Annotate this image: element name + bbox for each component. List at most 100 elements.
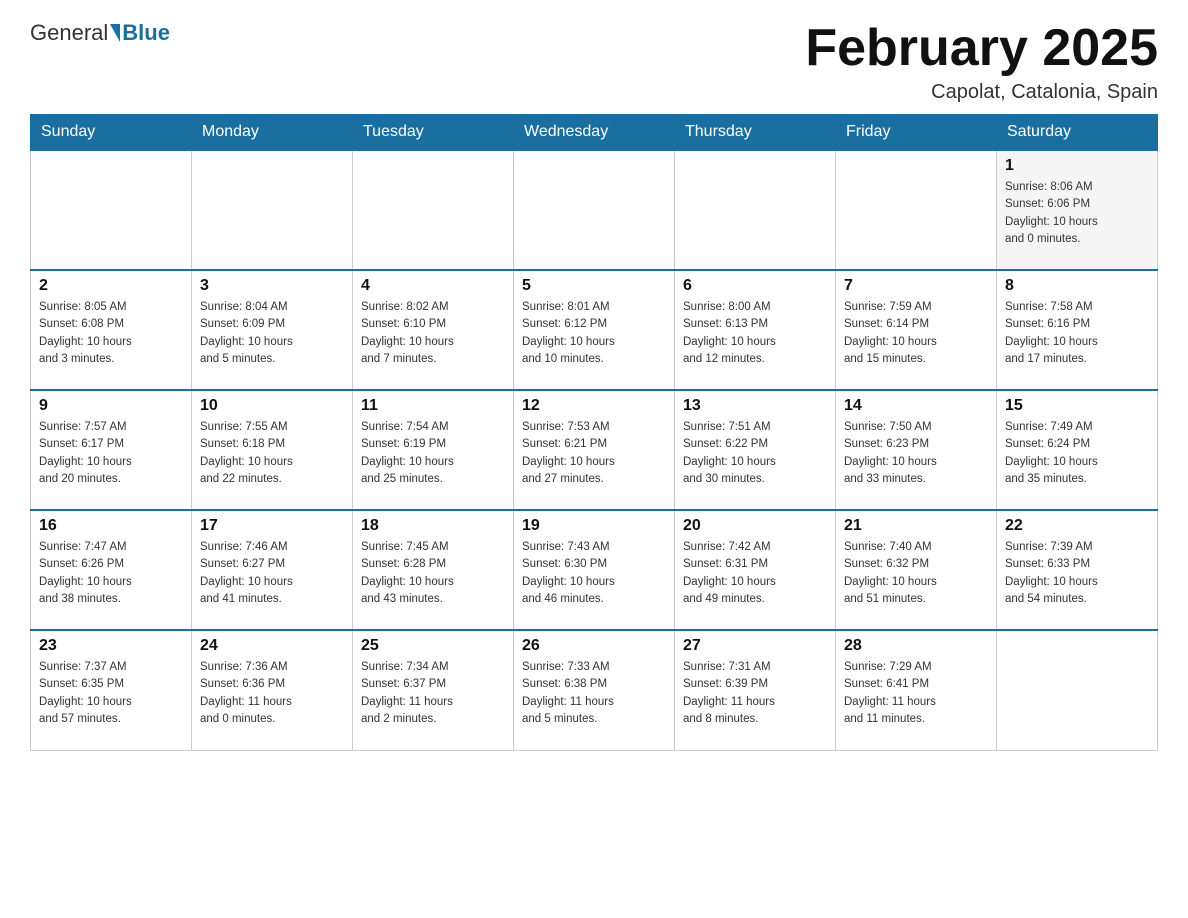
day-info: Sunrise: 7:29 AMSunset: 6:41 PMDaylight:… — [844, 659, 988, 728]
calendar-cell: 23 Sunrise: 7:37 AMSunset: 6:35 PMDayligh… — [31, 630, 192, 750]
day-info: Sunrise: 7:37 AMSunset: 6:35 PMDaylight:… — [39, 659, 183, 728]
day-number: 16 — [39, 517, 183, 535]
calendar-cell: 15 Sunrise: 7:49 AMSunset: 6:24 PMDayligh… — [997, 390, 1158, 510]
calendar-cell: 10 Sunrise: 7:55 AMSunset: 6:18 PMDayligh… — [192, 390, 353, 510]
logo: General Blue — [30, 20, 170, 46]
day-info: Sunrise: 7:39 AMSunset: 6:33 PMDaylight:… — [1005, 539, 1149, 608]
day-info: Sunrise: 7:53 AMSunset: 6:21 PMDaylight:… — [522, 419, 666, 488]
day-info: Sunrise: 8:00 AMSunset: 6:13 PMDaylight:… — [683, 299, 827, 368]
day-number: 14 — [844, 397, 988, 415]
calendar-cell — [353, 150, 514, 270]
calendar-cell: 18 Sunrise: 7:45 AMSunset: 6:28 PMDayligh… — [353, 510, 514, 630]
day-number: 17 — [200, 517, 344, 535]
month-title: February 2025 — [805, 20, 1158, 77]
day-number: 23 — [39, 637, 183, 655]
calendar-cell: 6 Sunrise: 8:00 AMSunset: 6:13 PMDaylight… — [675, 270, 836, 390]
day-number: 18 — [361, 517, 505, 535]
day-number: 6 — [683, 277, 827, 295]
day-number: 24 — [200, 637, 344, 655]
calendar-cell — [192, 150, 353, 270]
calendar-cell: 17 Sunrise: 7:46 AMSunset: 6:27 PMDayligh… — [192, 510, 353, 630]
calendar-cell: 1 Sunrise: 8:06 AMSunset: 6:06 PMDaylight… — [997, 150, 1158, 270]
calendar-cell: 24 Sunrise: 7:36 AMSunset: 6:36 PMDayligh… — [192, 630, 353, 750]
calendar-cell: 13 Sunrise: 7:51 AMSunset: 6:22 PMDayligh… — [675, 390, 836, 510]
calendar-cell — [514, 150, 675, 270]
logo-arrow-icon — [110, 24, 120, 42]
day-number: 28 — [844, 637, 988, 655]
day-number: 1 — [1005, 157, 1149, 175]
calendar-cell: 16 Sunrise: 7:47 AMSunset: 6:26 PMDayligh… — [31, 510, 192, 630]
day-number: 5 — [522, 277, 666, 295]
calendar-cell: 22 Sunrise: 7:39 AMSunset: 6:33 PMDayligh… — [997, 510, 1158, 630]
week-row-1: 1 Sunrise: 8:06 AMSunset: 6:06 PMDaylight… — [31, 150, 1158, 270]
day-number: 11 — [361, 397, 505, 415]
day-info: Sunrise: 7:42 AMSunset: 6:31 PMDaylight:… — [683, 539, 827, 608]
day-info: Sunrise: 7:46 AMSunset: 6:27 PMDaylight:… — [200, 539, 344, 608]
calendar-cell: 5 Sunrise: 8:01 AMSunset: 6:12 PMDaylight… — [514, 270, 675, 390]
day-number: 10 — [200, 397, 344, 415]
day-number: 27 — [683, 637, 827, 655]
calendar-cell: 28 Sunrise: 7:29 AMSunset: 6:41 PMDayligh… — [836, 630, 997, 750]
calendar-cell: 26 Sunrise: 7:33 AMSunset: 6:38 PMDayligh… — [514, 630, 675, 750]
calendar-cell — [31, 150, 192, 270]
day-number: 15 — [1005, 397, 1149, 415]
calendar-cell: 27 Sunrise: 7:31 AMSunset: 6:39 PMDayligh… — [675, 630, 836, 750]
logo-general-text: General — [30, 20, 108, 46]
calendar-cell: 4Sunrise: 8:02 AMSunset: 6:10 PMDaylight… — [353, 270, 514, 390]
day-header-sunday: Sunday — [31, 115, 192, 151]
day-number: 13 — [683, 397, 827, 415]
day-header-friday: Friday — [836, 115, 997, 151]
day-header-monday: Monday — [192, 115, 353, 151]
day-info: Sunrise: 7:31 AMSunset: 6:39 PMDaylight:… — [683, 659, 827, 728]
calendar-cell: 2 Sunrise: 8:05 AMSunset: 6:08 PMDaylight… — [31, 270, 192, 390]
calendar-cell: 19 Sunrise: 7:43 AMSunset: 6:30 PMDayligh… — [514, 510, 675, 630]
day-info: Sunrise: 7:43 AMSunset: 6:30 PMDaylight:… — [522, 539, 666, 608]
day-info: Sunrise: 7:34 AMSunset: 6:37 PMDaylight:… — [361, 659, 505, 728]
day-number: 21 — [844, 517, 988, 535]
day-number: 26 — [522, 637, 666, 655]
calendar-header-row: SundayMondayTuesdayWednesdayThursdayFrid… — [31, 115, 1158, 151]
day-header-wednesday: Wednesday — [514, 115, 675, 151]
day-info: Sunrise: 7:50 AMSunset: 6:23 PMDaylight:… — [844, 419, 988, 488]
week-row-3: 9Sunrise: 7:57 AMSunset: 6:17 PMDaylight… — [31, 390, 1158, 510]
calendar-cell: 25 Sunrise: 7:34 AMSunset: 6:37 PMDayligh… — [353, 630, 514, 750]
day-header-saturday: Saturday — [997, 115, 1158, 151]
calendar-cell — [997, 630, 1158, 750]
day-info: Sunrise: 7:47 AMSunset: 6:26 PMDaylight:… — [39, 539, 183, 608]
day-info: Sunrise: 7:51 AMSunset: 6:22 PMDaylight:… — [683, 419, 827, 488]
day-number: 25 — [361, 637, 505, 655]
day-number: 12 — [522, 397, 666, 415]
calendar-table: SundayMondayTuesdayWednesdayThursdayFrid… — [30, 114, 1158, 751]
day-info: Sunrise: 8:01 AMSunset: 6:12 PMDaylight:… — [522, 299, 666, 368]
day-info: Sunrise: 7:55 AMSunset: 6:18 PMDaylight:… — [200, 419, 344, 488]
calendar-cell: 9Sunrise: 7:57 AMSunset: 6:17 PMDaylight… — [31, 390, 192, 510]
logo-blue-text: Blue — [122, 20, 170, 46]
day-number: 19 — [522, 517, 666, 535]
calendar-cell: 11Sunrise: 7:54 AMSunset: 6:19 PMDayligh… — [353, 390, 514, 510]
day-info: Sunrise: 7:33 AMSunset: 6:38 PMDaylight:… — [522, 659, 666, 728]
day-number: 8 — [1005, 277, 1149, 295]
title-section: February 2025 Capolat, Catalonia, Spain — [805, 20, 1158, 104]
day-info: Sunrise: 7:58 AMSunset: 6:16 PMDaylight:… — [1005, 299, 1149, 368]
day-info: Sunrise: 7:36 AMSunset: 6:36 PMDaylight:… — [200, 659, 344, 728]
day-info: Sunrise: 7:49 AMSunset: 6:24 PMDaylight:… — [1005, 419, 1149, 488]
calendar-cell: 20Sunrise: 7:42 AMSunset: 6:31 PMDayligh… — [675, 510, 836, 630]
calendar-cell — [675, 150, 836, 270]
day-info: Sunrise: 7:40 AMSunset: 6:32 PMDaylight:… — [844, 539, 988, 608]
day-info: Sunrise: 8:06 AMSunset: 6:06 PMDaylight:… — [1005, 179, 1149, 248]
day-info: Sunrise: 7:59 AMSunset: 6:14 PMDaylight:… — [844, 299, 988, 368]
page-header: General Blue February 2025 Capolat, Cata… — [30, 20, 1158, 104]
calendar-cell — [836, 150, 997, 270]
day-info: Sunrise: 7:45 AMSunset: 6:28 PMDaylight:… — [361, 539, 505, 608]
calendar-cell: 7 Sunrise: 7:59 AMSunset: 6:14 PMDaylight… — [836, 270, 997, 390]
calendar-cell: 3Sunrise: 8:04 AMSunset: 6:09 PMDaylight… — [192, 270, 353, 390]
day-header-tuesday: Tuesday — [353, 115, 514, 151]
day-number: 7 — [844, 277, 988, 295]
day-number: 2 — [39, 277, 183, 295]
day-info: Sunrise: 8:02 AMSunset: 6:10 PMDaylight:… — [361, 299, 505, 368]
day-info: Sunrise: 7:57 AMSunset: 6:17 PMDaylight:… — [39, 419, 183, 488]
calendar-cell: 21 Sunrise: 7:40 AMSunset: 6:32 PMDayligh… — [836, 510, 997, 630]
week-row-5: 23 Sunrise: 7:37 AMSunset: 6:35 PMDayligh… — [31, 630, 1158, 750]
day-info: Sunrise: 8:05 AMSunset: 6:08 PMDaylight:… — [39, 299, 183, 368]
day-number: 22 — [1005, 517, 1149, 535]
